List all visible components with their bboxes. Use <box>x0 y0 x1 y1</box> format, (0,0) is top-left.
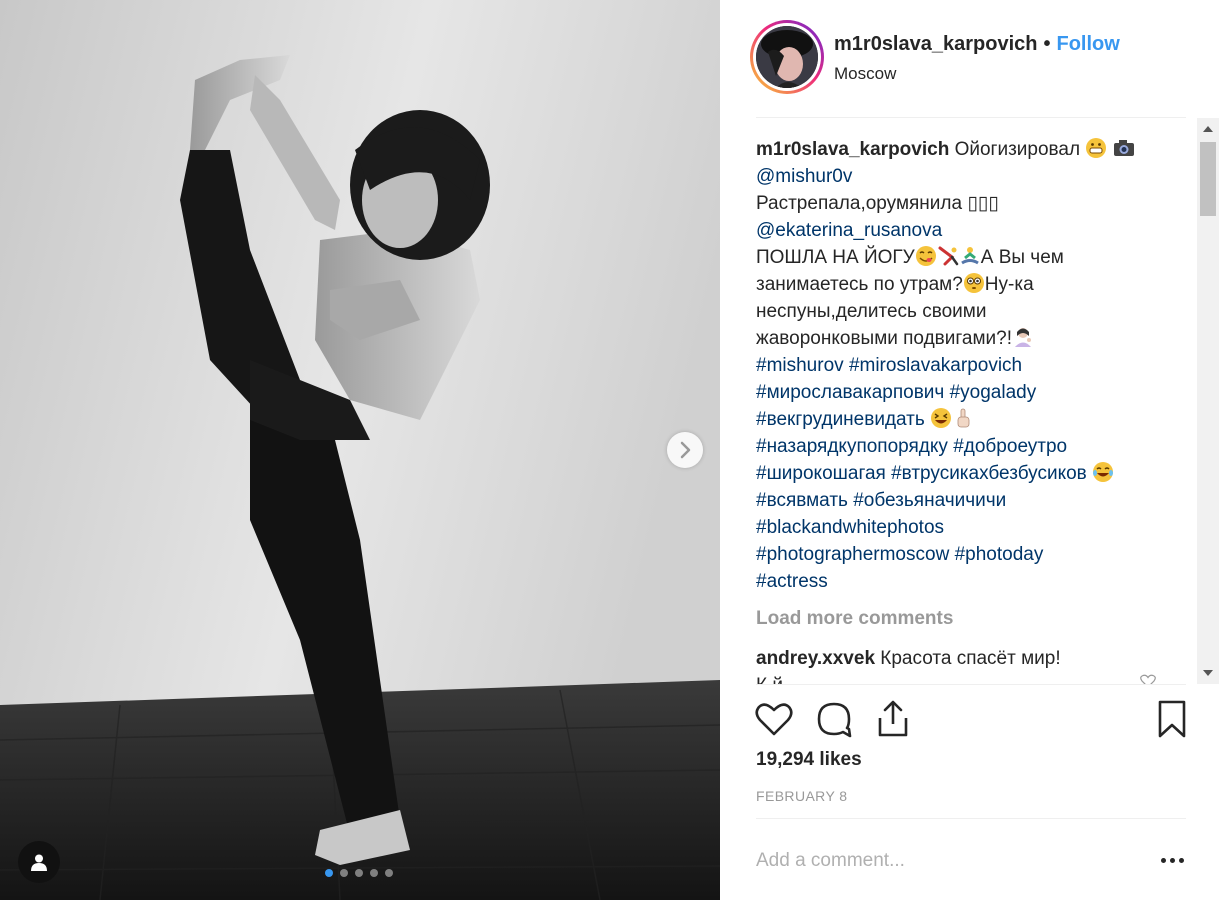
carousel-dot <box>340 869 348 877</box>
caption-glyphs: ▯▯▯ <box>967 193 999 214</box>
mention-link[interactable]: @mishur0v <box>756 166 852 187</box>
avatar-image <box>756 26 818 88</box>
post-location[interactable]: Moscow <box>834 64 896 84</box>
mention-link[interactable]: @ekaterina_rusanova <box>756 220 942 241</box>
post-author-line: m1r0slava_karpovich • Follow <box>834 33 1120 56</box>
next-photo-button[interactable] <box>667 432 703 468</box>
carousel-dot <box>370 869 378 877</box>
hashtag-link[interactable]: #miroslavakarpovich <box>849 355 1022 376</box>
hashtag-link[interactable]: #photoday <box>955 544 1044 565</box>
caption-text: Ойогизировал <box>954 139 1081 160</box>
post-details-panel: m1r0slava_karpovich • Follow Moscow m1r0sl… <box>720 0 1222 900</box>
caption-text: Ну-ка <box>984 274 1034 295</box>
woman-tipping-hand-emoji-icon <box>1014 328 1031 347</box>
comments-list[interactable]: m1r0slava_karpovich Ойогизировал @mishur… <box>720 118 1222 684</box>
caret-up-icon <box>1203 126 1213 132</box>
bookmark-icon[interactable] <box>1152 699 1192 739</box>
carousel-indicator <box>325 869 393 877</box>
caption-text: жаворонковыми подвигами?! <box>756 328 1012 349</box>
comment-icon[interactable] <box>814 699 854 739</box>
scrollbar-thumb[interactable] <box>1200 142 1216 216</box>
camera-emoji-icon <box>1113 140 1134 156</box>
pointing-up-emoji-icon <box>957 408 970 428</box>
hashtag-link[interactable]: #широкошагая <box>756 463 886 484</box>
carousel-dot <box>325 869 333 877</box>
caret-down-icon <box>1203 670 1213 676</box>
hashtag-link[interactable]: #назарядкупопорядку <box>756 436 948 457</box>
separator-dot: • <box>1043 33 1051 55</box>
more-options-button[interactable] <box>1157 850 1187 870</box>
post-actions <box>720 685 1222 749</box>
caption-text: А Вы чем <box>980 247 1064 268</box>
hashtag-link[interactable]: #photographermoscow <box>756 544 949 565</box>
carousel-dot <box>355 869 363 877</box>
hashtag-link[interactable]: #обезьяначичичи <box>853 490 1006 511</box>
post-date[interactable]: FEBRUARY 8 <box>756 788 847 804</box>
hashtag-link[interactable]: #векгрудиневидать <box>756 409 925 430</box>
caption-username[interactable]: m1r0slava_karpovich <box>756 139 949 160</box>
like-count[interactable]: 19,294 likes <box>756 749 862 771</box>
avatar[interactable] <box>750 20 824 94</box>
lotus-position-emoji-icon <box>960 247 979 265</box>
yum-emoji-icon <box>915 246 936 266</box>
photo-image <box>0 0 720 900</box>
follow-button[interactable]: Follow <box>1056 33 1119 55</box>
flushed-emoji-icon <box>963 273 984 293</box>
hashtag-link[interactable]: #доброеутро <box>953 436 1067 457</box>
chevron-right-icon <box>680 441 691 459</box>
tagged-users-button[interactable] <box>18 841 60 883</box>
comment-text-partial: К й <box>756 675 783 684</box>
comment-item: andrey.xxvek Красота спасёт мир! <box>756 648 1061 670</box>
user-tag-icon <box>31 854 47 871</box>
share-icon[interactable] <box>873 699 913 739</box>
comment-username[interactable]: andrey.xxvek <box>756 648 875 669</box>
comment-text: Красота спасёт мир! <box>880 648 1061 669</box>
hashtag-link[interactable]: #actress <box>756 571 828 592</box>
hashtag-link[interactable]: #mishurov <box>756 355 844 376</box>
caption: m1r0slava_karpovich Ойогизировал @mishur… <box>756 136 1196 595</box>
scroll-down-arrow[interactable] <box>1197 662 1219 684</box>
hashtag-link[interactable]: #blackandwhitephotos <box>756 517 944 538</box>
post-header: m1r0slava_karpovich • Follow Moscow <box>720 0 1222 117</box>
heart-icon[interactable] <box>754 699 794 739</box>
add-comment-input[interactable] <box>756 848 1136 874</box>
post-photo[interactable] <box>0 0 720 900</box>
caption-text: Растрепала,орумянила <box>756 193 963 214</box>
laughing-emoji-icon <box>931 408 952 428</box>
carousel-dot <box>385 869 393 877</box>
hashtag-link[interactable]: #всявмать <box>756 490 848 511</box>
grin-emoji-icon <box>1086 138 1107 158</box>
hashtag-link[interactable]: #втрусикахбезбусиков <box>891 463 1087 484</box>
comments-scrollbar[interactable] <box>1197 118 1219 684</box>
divider <box>756 818 1186 819</box>
gymnast-emoji-icon <box>938 246 958 266</box>
caption-text: неспуны,делитесь своими <box>756 301 987 322</box>
more-icon <box>1160 857 1166 863</box>
hashtag-link[interactable]: #мирославакарпович <box>756 382 944 403</box>
caption-text: ПОШЛА НА ЙОГУ <box>756 247 915 268</box>
load-more-comments-button[interactable]: Load more comments <box>756 608 953 630</box>
tears-of-joy-emoji-icon <box>1093 462 1114 482</box>
scroll-up-arrow[interactable] <box>1197 118 1219 140</box>
hashtag-link[interactable]: #yogalady <box>950 382 1037 403</box>
caption-text: занимаетесь по утрам? <box>756 274 963 295</box>
post-author-username[interactable]: m1r0slava_karpovich <box>834 33 1037 55</box>
comment-like-icon[interactable] <box>1140 674 1156 684</box>
